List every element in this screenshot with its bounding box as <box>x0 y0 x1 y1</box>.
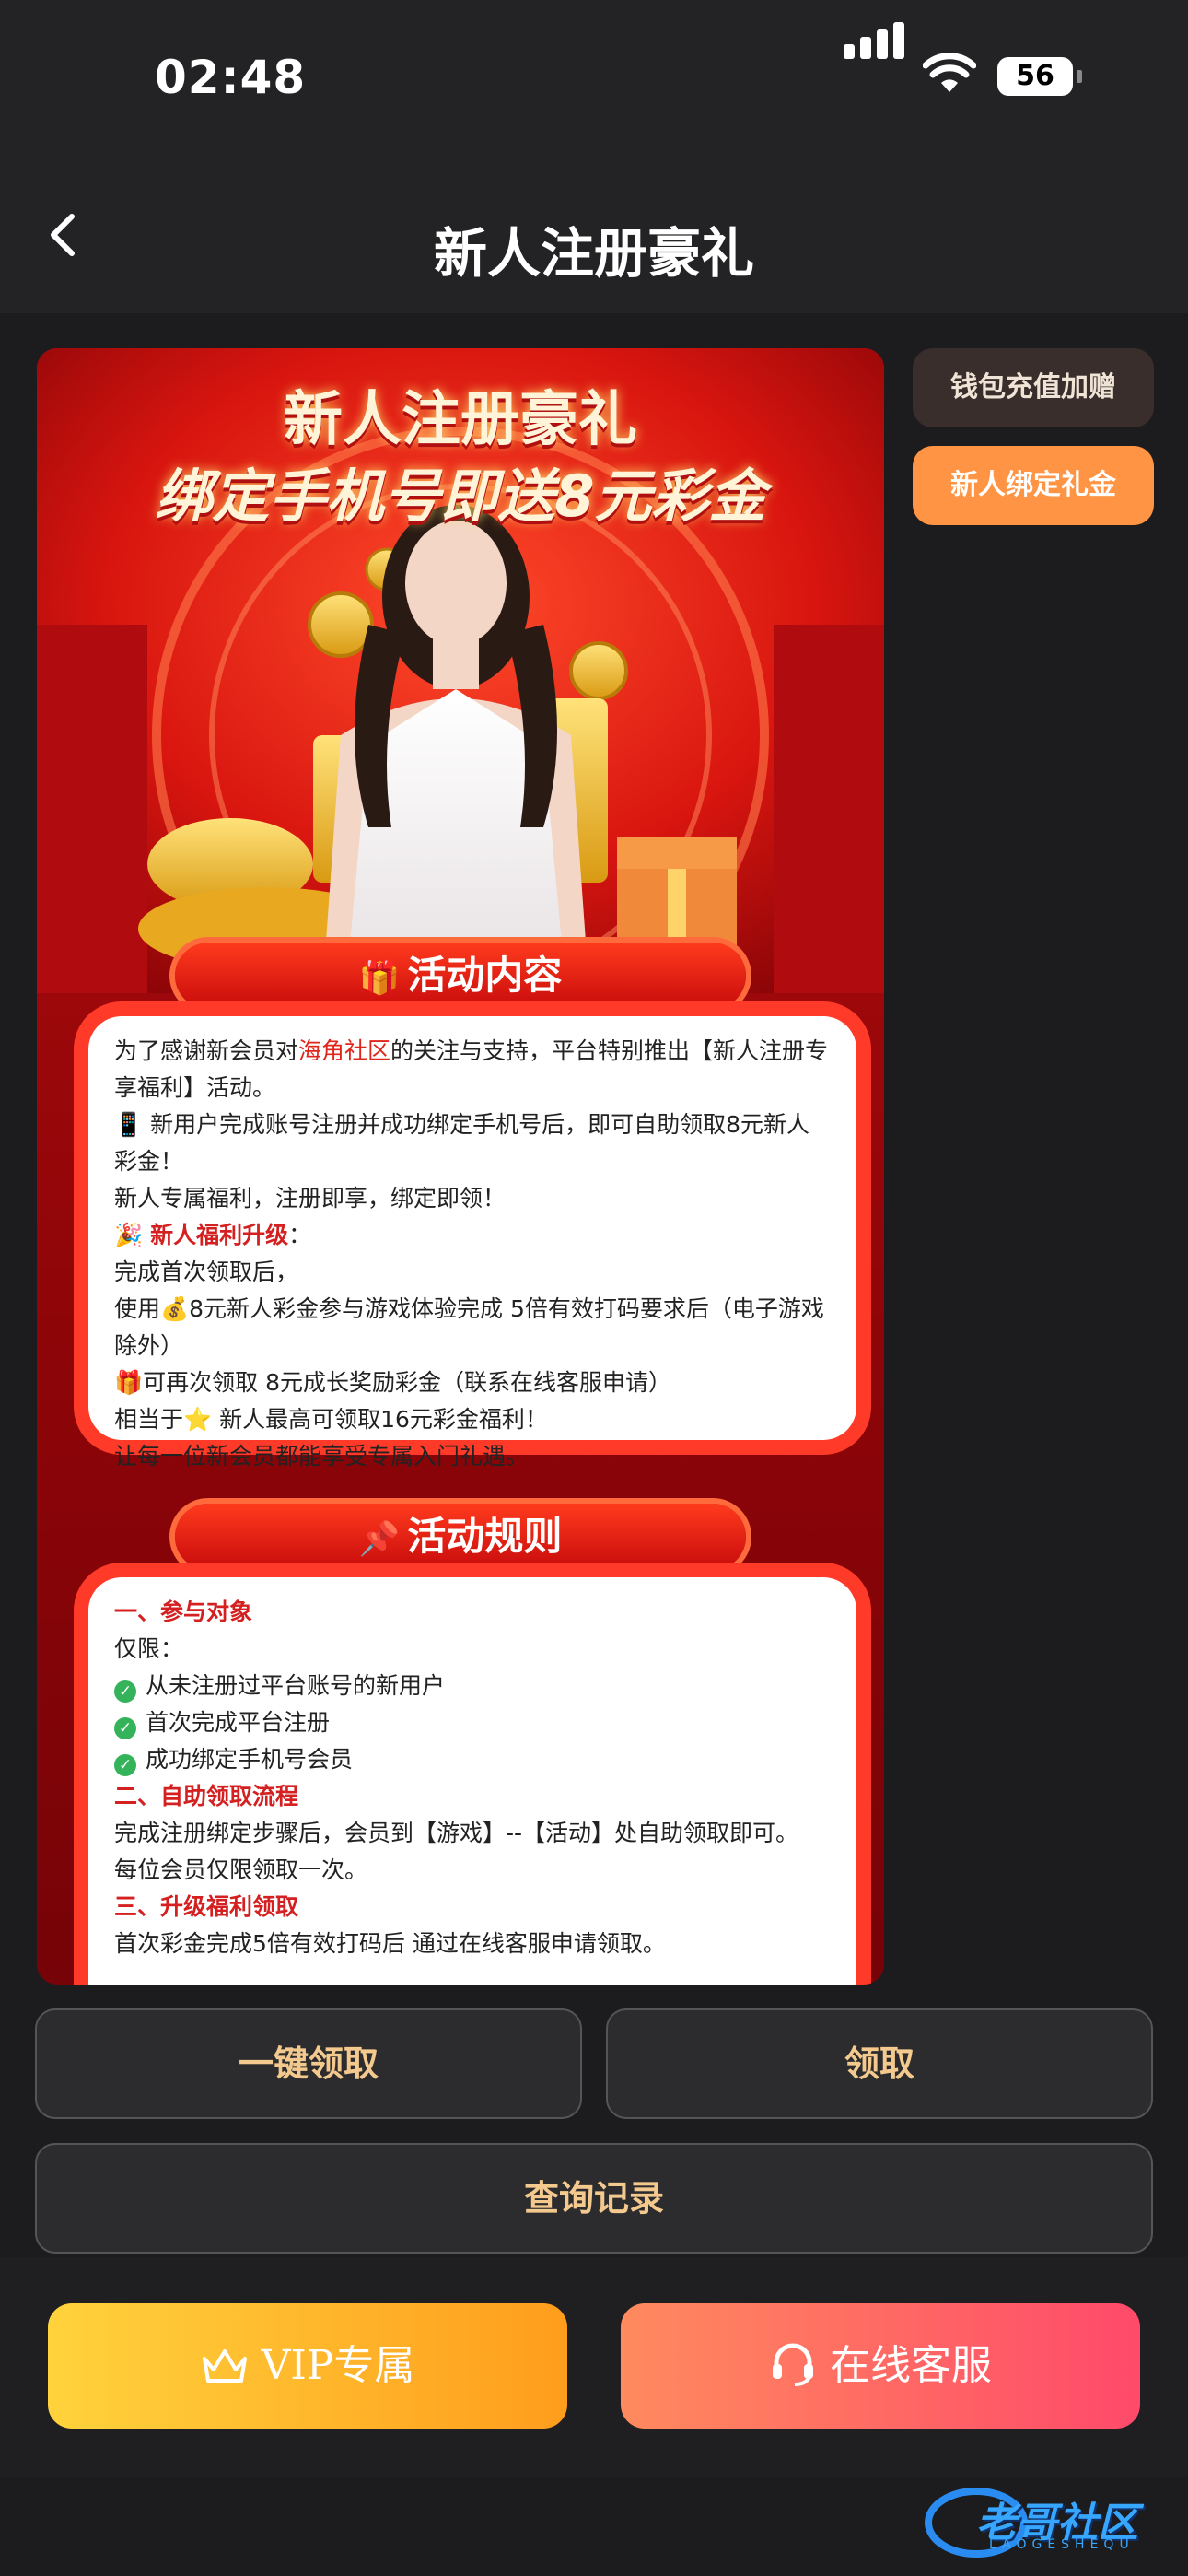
content-line: 让每一位新会员都能享受专属入门礼遇。 <box>114 1443 530 1469</box>
rules-check-text: 成功绑定手机号会员 <box>146 1746 354 1773</box>
battery-icon: 56 <box>997 57 1082 96</box>
claim-all-button[interactable]: 一键领取 <box>35 2008 582 2119</box>
promo-poster: 新人注册豪礼 绑定手机号即送8元彩金 🎁 活动内容 为了感谢新会员对海角社区的关注… <box>37 348 884 1985</box>
vip-label: VIP专属 <box>261 2342 415 2389</box>
content-upgrade-label: 🎉 新人福利升级： <box>114 1217 831 1254</box>
status-time: 02:48 <box>155 51 307 104</box>
rules-line: 仅限： <box>114 1635 184 1662</box>
promo-hero-image: 新人注册豪礼 绑定手机号即送8元彩金 <box>37 348 884 993</box>
rules-line: 每位会员仅限领取一次。 <box>114 1856 368 1883</box>
tab-wallet-recharge-bonus[interactable]: 钱包充值加赠 <box>913 348 1154 427</box>
content-line: 🎁可再次领取 8元成长奖励彩金（联系在线客服申请） <box>114 1369 671 1396</box>
activity-rules-heading-text: 活动规则 <box>407 1514 563 1559</box>
activity-content-card: 为了感谢新会员对海角社区的关注与支持，平台特别推出【新人注册专享福利】活动。 📱… <box>88 1016 856 1469</box>
upgrade-label-colon: ： <box>288 1222 312 1248</box>
party-icon: 🎉 <box>114 1222 144 1248</box>
activity-content-heading: 🎁 活动内容 <box>175 943 746 1009</box>
banner-subtitle: 绑定手机号即送8元彩金 <box>155 463 766 530</box>
activity-rules-heading: 📌 活动规则 <box>175 1504 746 1570</box>
rules-check-item: ✓ 从未注册过平台账号的新用户 <box>114 1668 831 1704</box>
rules-section-title: 二、自助领取流程 <box>114 1783 299 1809</box>
rules-section-title: 一、参与对象 <box>114 1598 253 1625</box>
upgrade-label-text: 新人福利升级 <box>150 1222 289 1248</box>
rules-line: 完成注册绑定步骤后，会员到【游戏】--【活动】处自助领取即可。 <box>114 1820 799 1846</box>
watermark-subtext: LAOGESHEQU <box>989 2537 1135 2552</box>
rules-check-item: ✓ 首次完成平台注册 <box>114 1704 831 1741</box>
content-intro: 为了感谢新会员对海角社区的关注与支持，平台特别推出【新人注册专享福利】活动。 <box>114 1033 831 1107</box>
content-intro-highlight: 海角社区 <box>298 1037 391 1064</box>
check-icon: ✓ <box>114 1680 136 1703</box>
rules-check-text: 从未注册过平台账号的新用户 <box>146 1672 446 1699</box>
online-service-button[interactable]: 在线客服 <box>621 2303 1140 2429</box>
check-icon: ✓ <box>114 1717 136 1739</box>
wifi-icon <box>923 53 976 92</box>
rules-line: 首次彩金完成5倍有效打码后 通过在线客服申请领取。 <box>114 1930 666 1957</box>
check-icon: ✓ <box>114 1754 136 1776</box>
vip-exclusive-button[interactable]: VIP专属 <box>48 2303 567 2429</box>
status-bar: 02:48 56 <box>0 0 1188 157</box>
content-line: 相当于⭐ 新人最高可领取16元彩金福利！ <box>114 1406 548 1433</box>
pin-icon: 📌 <box>358 1520 401 1558</box>
nav-header: 新人注册豪礼 <box>0 157 1188 313</box>
crown-icon <box>202 2349 247 2383</box>
rules-check-text: 首次完成平台注册 <box>146 1709 331 1736</box>
content-intro-text-a: 为了感谢新会员对 <box>114 1037 299 1064</box>
banner-title: 新人注册豪礼 <box>284 386 637 454</box>
tab-new-user-bind-bonus[interactable]: 新人绑定礼金 <box>913 446 1154 525</box>
page-title: 新人注册豪礼 <box>433 222 754 285</box>
content-line: 新人专属福利，注册即享，绑定即领！ <box>114 1185 507 1212</box>
content-line: 使用💰8元新人彩金参与游戏体验完成 5倍有效打码要求后（电子游戏除外） <box>114 1295 824 1359</box>
headset-icon <box>773 2343 813 2386</box>
content-line: 📱 新用户完成账号注册并成功绑定手机号后，即可自助领取8元新人彩金！ <box>114 1111 809 1175</box>
query-history-button[interactable]: 查询记录 <box>35 2143 1153 2254</box>
online-service-label: 在线客服 <box>830 2342 992 2389</box>
rules-section-title: 三、升级福利领取 <box>114 1893 299 1920</box>
gift-icon: 🎁 <box>358 959 401 997</box>
rules-check-item: ✓ 成功绑定手机号会员 <box>114 1741 831 1778</box>
activity-content-heading-text: 活动内容 <box>407 953 563 998</box>
content-line: 完成首次领取后， <box>114 1259 299 1285</box>
activity-rules-card: 一、参与对象 仅限： ✓ 从未注册过平台账号的新用户 ✓ 首次完成平台注册 ✓ 成功绑… <box>88 1577 856 1985</box>
claim-button[interactable]: 领取 <box>606 2008 1153 2119</box>
